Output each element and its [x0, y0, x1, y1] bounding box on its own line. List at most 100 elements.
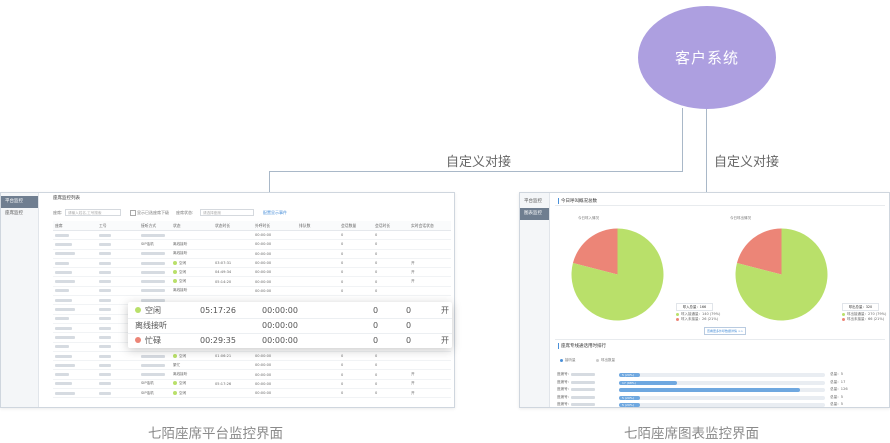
- session-state: 开: [411, 279, 415, 284]
- config-events-link[interactable]: 配置显示事件: [263, 210, 287, 216]
- left-sidebar-item-0[interactable]: 平台监控: [1, 196, 38, 208]
- popup-call-duration: 00:00:00: [262, 306, 298, 315]
- left-sidebar-item-1[interactable]: 座席监控: [1, 208, 38, 220]
- agent-name-redacted: [55, 326, 72, 330]
- queue-count: 0: [341, 270, 344, 275]
- agent-name-redacted: [55, 242, 72, 246]
- popup-call-duration: 00:00:00: [262, 336, 298, 345]
- status-select[interactable]: 请选择座席: [200, 209, 254, 216]
- ranking-track: 5 (20%): [619, 395, 825, 400]
- table-row[interactable]: 空闲 01:06:21 00:00:00 0 0: [53, 351, 451, 362]
- column-header[interactable]: 状态: [171, 221, 213, 231]
- answer-mode: SIP话机: [141, 381, 154, 386]
- column-header[interactable]: 工号: [97, 221, 139, 231]
- connector-label-right: 自定义对接: [714, 155, 780, 170]
- ranking-track: 17 (68%): [619, 380, 825, 385]
- status-duration: 04:49:34: [215, 270, 232, 275]
- call-duration: 00:00:00: [255, 233, 272, 238]
- table-row[interactable]: 离线接听 00:00:00 0 0: [53, 249, 451, 259]
- column-header[interactable]: 状态时长: [213, 221, 253, 231]
- ranking-bar: 5 (20%): [619, 395, 640, 400]
- table-row[interactable]: 离线接听 00:00:00 0 0 开: [53, 369, 451, 380]
- status-duration: 05:14:20: [215, 279, 232, 284]
- column-header[interactable]: 座席: [53, 221, 97, 231]
- session-state: 开: [411, 269, 415, 274]
- table-row[interactable]: 离线接听 00:00:00 0 0: [53, 286, 451, 297]
- table-row[interactable]: 00:00:00 0 0: [53, 230, 451, 241]
- popup-session: 0: [406, 336, 412, 345]
- phone-redacted: [141, 270, 165, 274]
- call-duration: 00:00:00: [255, 372, 272, 377]
- table-row[interactable]: SIP话机 离线接听 00:00:00 0 0: [53, 239, 451, 250]
- checkbox-show-sub[interactable]: [130, 210, 136, 216]
- agent-search-input[interactable]: 请输入姓名,工号搜索: [65, 209, 121, 216]
- column-header[interactable]: 接听方式: [139, 221, 171, 231]
- status-duration: 05:17:26: [215, 381, 232, 386]
- connector-left-vertical: [682, 108, 683, 172]
- call-duration: 00:00:00: [255, 381, 272, 386]
- right-sidebar: 平台监控 图表监控: [520, 193, 550, 407]
- status-text: 空闲: [179, 381, 187, 386]
- ranking-track: 5 (20%): [619, 373, 825, 377]
- agent-id-redacted: [99, 345, 111, 349]
- table-row[interactable]: 繁忙 00:00:00 0 0: [53, 360, 451, 371]
- agent-name-redacted: [55, 363, 75, 367]
- queue-count: 0: [341, 251, 344, 256]
- ranking-label: 座席号：: [557, 402, 572, 406]
- phone-redacted: [141, 233, 165, 237]
- session-state: 开: [411, 390, 415, 395]
- ranking-total: 总量：5: [830, 372, 844, 376]
- agent-redacted: [571, 380, 595, 384]
- call-duration: 00:00:00: [255, 288, 272, 293]
- agent-name-redacted: [55, 391, 75, 395]
- phone-redacted: [141, 289, 165, 293]
- ranking-total: 总量：5: [830, 394, 844, 399]
- agent-id-redacted: [99, 317, 111, 321]
- status-text: 繁忙: [173, 362, 181, 367]
- right-sidebar-item-0[interactable]: 平台监控: [520, 196, 549, 208]
- session-count: 0: [375, 288, 378, 293]
- call-duration: 00:00:00: [255, 279, 272, 284]
- table-row[interactable]: 空闲 03:07:31 00:00:00 0 0 开: [53, 258, 451, 269]
- session-count: 0: [375, 391, 378, 396]
- table-row[interactable]: 空闲 04:49:34 00:00:00 0 0 开: [53, 267, 451, 278]
- agent-redacted: [571, 403, 595, 406]
- agent-name-redacted: [55, 335, 75, 339]
- session-count: 0: [375, 251, 378, 256]
- agent-redacted: [571, 388, 595, 391]
- pie-legend-in: 呼入接通量：140 (79%) 呼入未接量：26 (21%): [676, 312, 720, 322]
- table-row[interactable]: 空闲 05:14:20 00:00:00 0 0 开: [53, 276, 451, 287]
- session-state: 开: [411, 372, 415, 377]
- popup-status: 忙碌: [145, 336, 161, 345]
- column-header[interactable]: 会话数量: [339, 221, 373, 231]
- column-header[interactable]: 会话时长: [373, 221, 409, 231]
- view-more-button[interactable]: 查看更多外呼数据详情 >>: [704, 327, 746, 335]
- agent-id-redacted: [99, 270, 111, 274]
- column-header[interactable]: 排队数: [297, 221, 339, 231]
- call-duration: 00:00:00: [255, 242, 272, 247]
- agent-name-redacted: [55, 298, 72, 302]
- right-sidebar-item-1[interactable]: 图表监控: [520, 208, 549, 220]
- status-text: 空闲: [179, 390, 187, 395]
- column-header[interactable]: 实时会话状态: [409, 221, 451, 231]
- status-text: 离线接听: [173, 251, 188, 256]
- ranking-row: 座席号： 17 (68%) 总量：17: [555, 380, 855, 387]
- tab-outbound[interactable]: 呼出数量: [596, 358, 615, 363]
- phone-redacted: [141, 363, 165, 367]
- tab-answer[interactable]: 接听量: [560, 358, 576, 363]
- agent-status-zoom-popup: 空闲 05:17:26 00:00:00 0 0 开离线接听 00:00:00 0 0 忙碌 00:…: [128, 302, 452, 348]
- table-row[interactable]: SIP话机 空闲 05:17:26 00:00:00 0 0 开: [53, 379, 451, 390]
- ranking-label: 座席号：: [557, 387, 572, 391]
- ranking-bar: 5 (20%): [619, 403, 640, 407]
- session-state: 开: [411, 260, 415, 265]
- ranking-bar: [619, 388, 801, 392]
- left-sidebar: 平台监控 座席监控: [1, 193, 39, 407]
- ranking-row: 座席号： 总量：126: [555, 387, 855, 394]
- call-duration: 00:00:00: [255, 261, 272, 266]
- popup-queue: 0: [373, 306, 379, 315]
- call-duration: 00:00:00: [255, 391, 272, 396]
- session-count: 0: [375, 354, 378, 358]
- table-row[interactable]: SIP话机 空闲 00:00:00 0 0 开: [53, 388, 451, 399]
- popup-state: 开: [441, 306, 449, 315]
- column-header[interactable]: 外呼时长: [253, 221, 297, 231]
